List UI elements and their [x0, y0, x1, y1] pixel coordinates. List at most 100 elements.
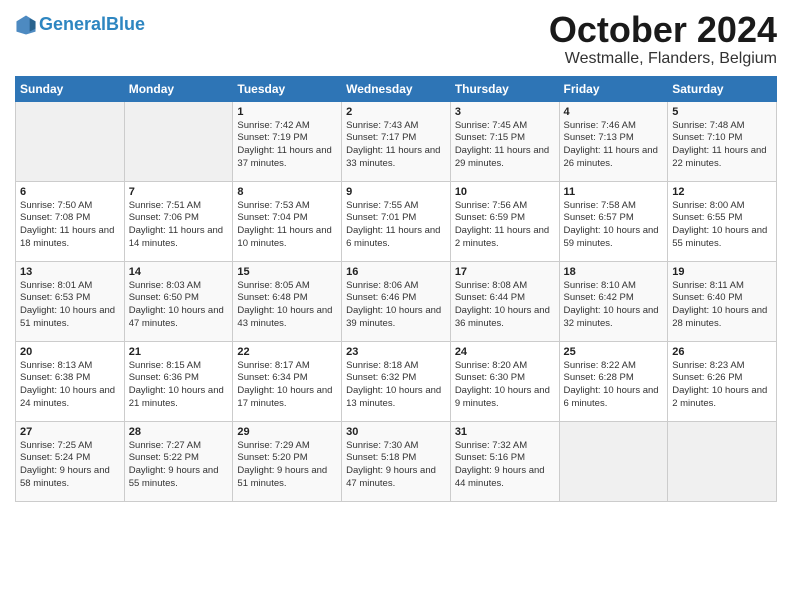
day-info: Sunrise: 8:22 AM Sunset: 6:28 PM Dayligh…: [564, 360, 664, 411]
day-cell: 13 Sunrise: 8:01 AM Sunset: 6:53 PM Dayli…: [16, 261, 125, 341]
day-info: Sunrise: 7:27 AM Sunset: 5:22 PM Dayligh…: [129, 440, 229, 491]
header-row: SundayMondayTuesdayWednesdayThursdayFrid…: [16, 76, 777, 101]
day-info: Sunrise: 8:01 AM Sunset: 6:53 PM Dayligh…: [20, 280, 120, 331]
day-cell: [124, 101, 233, 181]
day-cell: 7 Sunrise: 7:51 AM Sunset: 7:06 PM Daylig…: [124, 181, 233, 261]
day-number: 5: [672, 106, 772, 118]
day-number: 17: [455, 266, 555, 278]
day-number: 15: [237, 266, 337, 278]
day-info: Sunrise: 8:08 AM Sunset: 6:44 PM Dayligh…: [455, 280, 555, 331]
day-info: Sunrise: 7:53 AM Sunset: 7:04 PM Dayligh…: [237, 200, 337, 251]
day-info: Sunrise: 7:51 AM Sunset: 7:06 PM Dayligh…: [129, 200, 229, 251]
col-header-tuesday: Tuesday: [233, 76, 342, 101]
day-number: 11: [564, 186, 664, 198]
day-cell: 16Sunrise: 8:06 AM Sunset: 6:46 PM Dayli…: [342, 261, 451, 341]
day-cell: 3 Sunrise: 7:45 AM Sunset: 7:15 PM Daylig…: [450, 101, 559, 181]
day-cell: 2Sunrise: 7:43 AM Sunset: 7:17 PM Daylig…: [342, 101, 451, 181]
col-header-wednesday: Wednesday: [342, 76, 451, 101]
day-cell: 17 Sunrise: 8:08 AM Sunset: 6:44 PM Dayli…: [450, 261, 559, 341]
week-row-3: 13 Sunrise: 8:01 AM Sunset: 6:53 PM Dayli…: [16, 261, 777, 341]
day-cell: 27 Sunrise: 7:25 AM Sunset: 5:24 PM Dayli…: [16, 421, 125, 501]
header: GeneralBlue October 2024 Westmalle, Flan…: [15, 10, 777, 68]
day-info: Sunrise: 7:42 AM Sunset: 7:19 PM Dayligh…: [237, 120, 337, 171]
day-number: 3: [455, 106, 555, 118]
logo: GeneralBlue: [15, 14, 145, 36]
day-number: 7: [129, 186, 229, 198]
day-cell: 14 Sunrise: 8:03 AM Sunset: 6:50 PM Dayli…: [124, 261, 233, 341]
day-cell: 4 Sunrise: 7:46 AM Sunset: 7:13 PM Daylig…: [559, 101, 668, 181]
day-number: 19: [672, 266, 772, 278]
day-cell: 8 Sunrise: 7:53 AM Sunset: 7:04 PM Daylig…: [233, 181, 342, 261]
day-info: Sunrise: 7:50 AM Sunset: 7:08 PM Dayligh…: [20, 200, 120, 251]
day-cell: 12Sunrise: 8:00 AM Sunset: 6:55 PM Dayli…: [668, 181, 777, 261]
day-number: 23: [346, 346, 446, 358]
day-cell: 28 Sunrise: 7:27 AM Sunset: 5:22 PM Dayli…: [124, 421, 233, 501]
day-number: 4: [564, 106, 664, 118]
day-cell: 31 Sunrise: 7:32 AM Sunset: 5:16 PM Dayli…: [450, 421, 559, 501]
day-number: 20: [20, 346, 120, 358]
day-cell: [668, 421, 777, 501]
day-info: Sunrise: 8:03 AM Sunset: 6:50 PM Dayligh…: [129, 280, 229, 331]
page: GeneralBlue October 2024 Westmalle, Flan…: [0, 0, 792, 612]
day-info: Sunrise: 7:32 AM Sunset: 5:16 PM Dayligh…: [455, 440, 555, 491]
day-cell: 1 Sunrise: 7:42 AM Sunset: 7:19 PM Daylig…: [233, 101, 342, 181]
day-cell: 10 Sunrise: 7:56 AM Sunset: 6:59 PM Dayli…: [450, 181, 559, 261]
day-number: 27: [20, 426, 120, 438]
day-number: 25: [564, 346, 664, 358]
day-cell: 20 Sunrise: 8:13 AM Sunset: 6:38 PM Dayli…: [16, 341, 125, 421]
day-cell: 6Sunrise: 7:50 AM Sunset: 7:08 PM Daylig…: [16, 181, 125, 261]
day-number: 1: [237, 106, 337, 118]
col-header-monday: Monday: [124, 76, 233, 101]
day-cell: 9 Sunrise: 7:55 AM Sunset: 7:01 PM Daylig…: [342, 181, 451, 261]
day-cell: 23 Sunrise: 8:18 AM Sunset: 6:32 PM Dayli…: [342, 341, 451, 421]
day-number: 14: [129, 266, 229, 278]
day-info: Sunrise: 7:30 AM Sunset: 5:18 PM Dayligh…: [346, 440, 446, 491]
day-number: 30: [346, 426, 446, 438]
week-row-1: 1 Sunrise: 7:42 AM Sunset: 7:19 PM Daylig…: [16, 101, 777, 181]
day-cell: [559, 421, 668, 501]
day-info: Sunrise: 7:56 AM Sunset: 6:59 PM Dayligh…: [455, 200, 555, 251]
day-number: 26: [672, 346, 772, 358]
day-info: Sunrise: 8:05 AM Sunset: 6:48 PM Dayligh…: [237, 280, 337, 331]
day-info: Sunrise: 7:25 AM Sunset: 5:24 PM Dayligh…: [20, 440, 120, 491]
day-info: Sunrise: 8:13 AM Sunset: 6:38 PM Dayligh…: [20, 360, 120, 411]
day-info: Sunrise: 7:45 AM Sunset: 7:15 PM Dayligh…: [455, 120, 555, 171]
day-cell: 11Sunrise: 7:58 AM Sunset: 6:57 PM Dayli…: [559, 181, 668, 261]
day-number: 13: [20, 266, 120, 278]
day-number: 24: [455, 346, 555, 358]
col-header-sunday: Sunday: [16, 76, 125, 101]
day-cell: 18Sunrise: 8:10 AM Sunset: 6:42 PM Dayli…: [559, 261, 668, 341]
location: Westmalle, Flanders, Belgium: [549, 50, 777, 68]
day-cell: 29 Sunrise: 7:29 AM Sunset: 5:20 PM Dayli…: [233, 421, 342, 501]
title-block: October 2024 Westmalle, Flanders, Belgiu…: [549, 10, 777, 68]
day-cell: 5Sunrise: 7:48 AM Sunset: 7:10 PM Daylig…: [668, 101, 777, 181]
day-info: Sunrise: 8:18 AM Sunset: 6:32 PM Dayligh…: [346, 360, 446, 411]
day-cell: 19 Sunrise: 8:11 AM Sunset: 6:40 PM Dayli…: [668, 261, 777, 341]
day-cell: 24 Sunrise: 8:20 AM Sunset: 6:30 PM Dayli…: [450, 341, 559, 421]
day-cell: 15 Sunrise: 8:05 AM Sunset: 6:48 PM Dayli…: [233, 261, 342, 341]
day-info: Sunrise: 7:55 AM Sunset: 7:01 PM Dayligh…: [346, 200, 446, 251]
day-info: Sunrise: 8:06 AM Sunset: 6:46 PM Dayligh…: [346, 280, 446, 331]
day-cell: 22Sunrise: 8:17 AM Sunset: 6:34 PM Dayli…: [233, 341, 342, 421]
day-number: 8: [237, 186, 337, 198]
day-info: Sunrise: 8:20 AM Sunset: 6:30 PM Dayligh…: [455, 360, 555, 411]
day-info: Sunrise: 7:29 AM Sunset: 5:20 PM Dayligh…: [237, 440, 337, 491]
week-row-2: 6Sunrise: 7:50 AM Sunset: 7:08 PM Daylig…: [16, 181, 777, 261]
day-number: 31: [455, 426, 555, 438]
day-number: 29: [237, 426, 337, 438]
day-number: 10: [455, 186, 555, 198]
day-number: 28: [129, 426, 229, 438]
day-number: 12: [672, 186, 772, 198]
day-number: 2: [346, 106, 446, 118]
logo-text: GeneralBlue: [39, 15, 145, 35]
day-number: 21: [129, 346, 229, 358]
day-info: Sunrise: 8:11 AM Sunset: 6:40 PM Dayligh…: [672, 280, 772, 331]
day-number: 9: [346, 186, 446, 198]
day-cell: 26 Sunrise: 8:23 AM Sunset: 6:26 PM Dayli…: [668, 341, 777, 421]
day-number: 22: [237, 346, 337, 358]
day-info: Sunrise: 8:23 AM Sunset: 6:26 PM Dayligh…: [672, 360, 772, 411]
col-header-friday: Friday: [559, 76, 668, 101]
day-info: Sunrise: 7:46 AM Sunset: 7:13 PM Dayligh…: [564, 120, 664, 171]
logo-blue: Blue: [106, 14, 145, 34]
col-header-saturday: Saturday: [668, 76, 777, 101]
